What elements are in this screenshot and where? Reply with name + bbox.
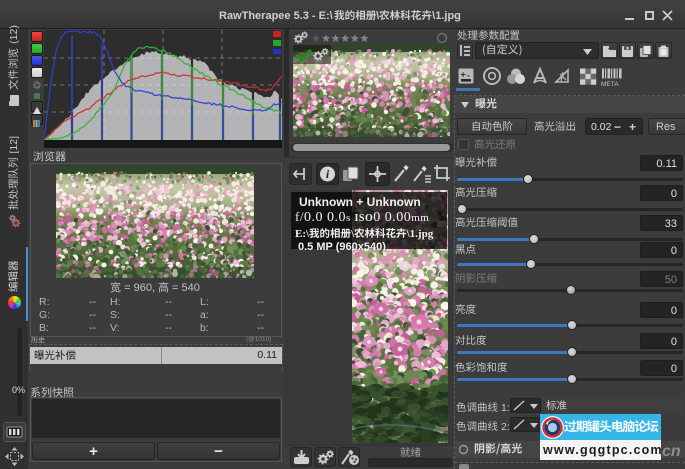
svg-text:META: META	[601, 81, 619, 88]
svg-text:+: +	[461, 70, 466, 80]
